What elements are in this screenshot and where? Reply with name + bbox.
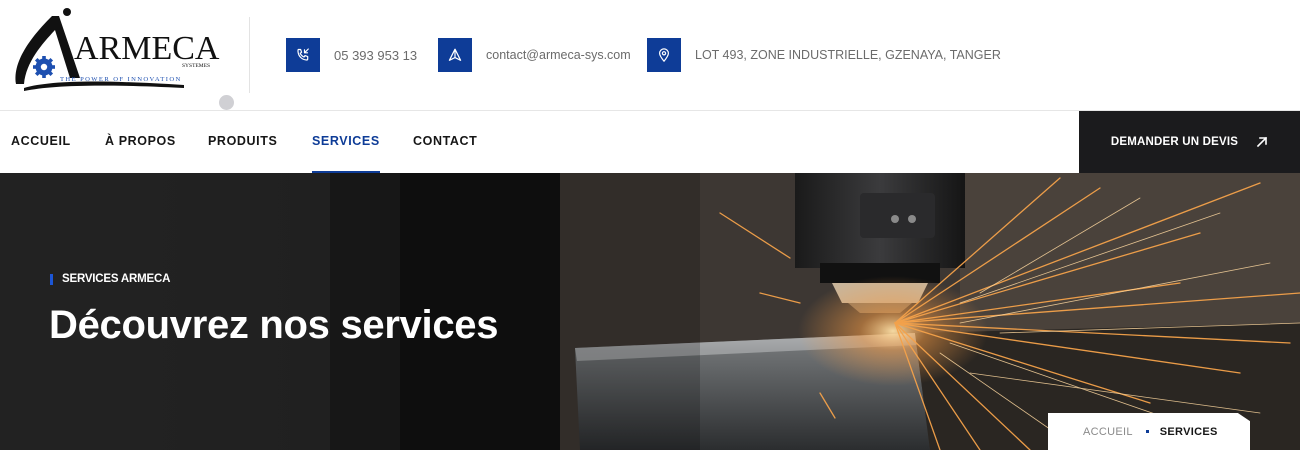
eyebrow-accent-bar (50, 273, 53, 285)
nav-item-services[interactable]: SERVICES (312, 111, 380, 173)
contact-address-text: LOT 493, ZONE INDUSTRIELLE, GZENAYA, TAN… (695, 48, 1001, 62)
breadcrumb-home-link[interactable]: ACCUEIL (1083, 426, 1133, 438)
logo-divider (249, 17, 250, 93)
location-pin-icon (647, 38, 681, 72)
arrow-up-right-icon (1256, 136, 1268, 148)
request-quote-label: DEMANDER UN DEVIS (1110, 136, 1239, 148)
contact-phone-text: 05 393 953 13 (334, 47, 418, 63)
logo-subtext: SYSTEMES (182, 63, 210, 69)
logo-tagline: THE POWER OF INNOVATION (60, 76, 182, 83)
hero-eyebrow-text: SERVICES ARMECA (62, 273, 171, 285)
brand-logo[interactable]: ARMECA SYSTEMES THE POWER OF INNOVATION (12, 8, 222, 94)
nav-item-produits[interactable]: PRODUITS (208, 111, 277, 173)
cursor-dot (219, 95, 234, 110)
contact-address[interactable]: LOT 493, ZONE INDUSTRIELLE, GZENAYA, TAN… (647, 38, 1001, 72)
breadcrumb-current: SERVICES (1159, 425, 1218, 438)
contact-email-text: contact@armeca-sys.com (486, 48, 631, 62)
page-title: Découvrez nos services (49, 303, 499, 347)
request-quote-button[interactable]: DEMANDER UN DEVIS (1079, 111, 1300, 173)
breadcrumb-separator (1145, 430, 1149, 433)
nav-item-contact[interactable]: CONTACT (413, 111, 477, 173)
breadcrumb: ACCUEIL SERVICES (1048, 413, 1250, 450)
logo-wordmark: ARMECA (74, 30, 220, 67)
gear-icon (33, 56, 55, 78)
contact-email[interactable]: contact@armeca-sys.com (438, 38, 631, 72)
top-header: ARMECA SYSTEMES THE POWER OF INNOVATION … (0, 0, 1300, 110)
page-hero: SERVICES ARMECA Découvrez nos services A… (0, 173, 1300, 450)
main-navigation: ACCUEIL À PROPOS PRODUITS SERVICES CONTA… (0, 110, 1300, 173)
nav-item-a-propos[interactable]: À PROPOS (105, 111, 176, 173)
contact-phone[interactable]: 05 393 953 13 (286, 38, 417, 72)
nav-item-accueil[interactable]: ACCUEIL (11, 111, 71, 173)
phone-icon (286, 38, 320, 72)
hero-eyebrow: SERVICES ARMECA (50, 273, 170, 285)
send-icon (438, 38, 472, 72)
